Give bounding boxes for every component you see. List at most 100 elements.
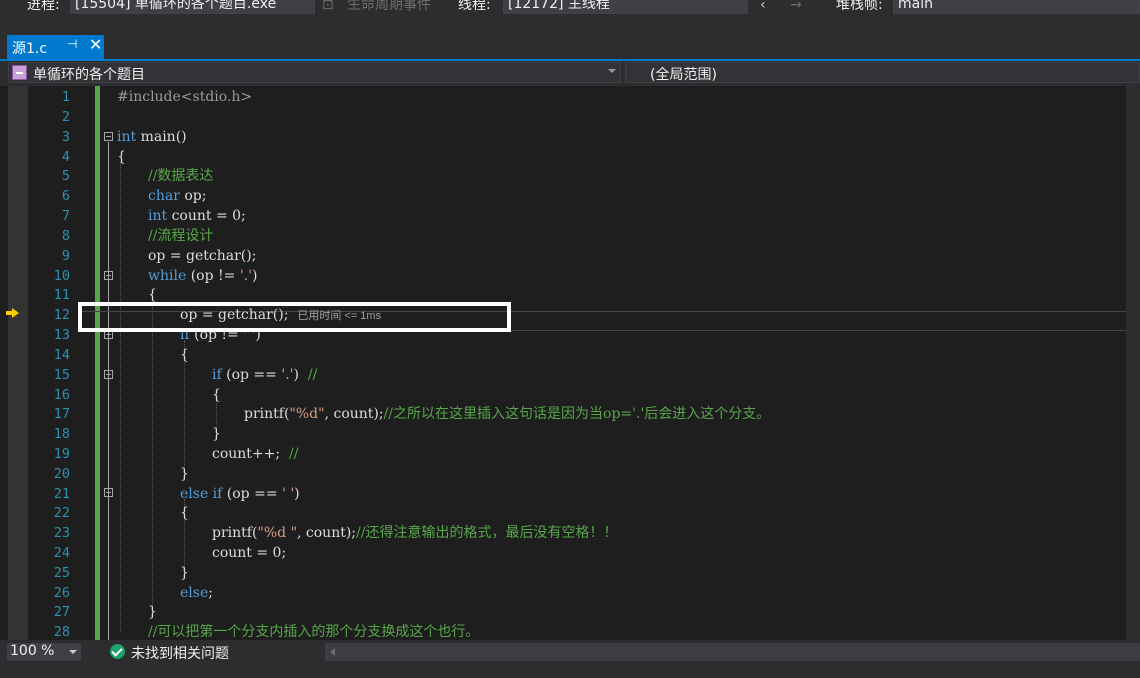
chevron-down-icon [69, 650, 77, 654]
code-text: ) [251, 268, 258, 284]
code-line-26[interactable]: else; [180, 583, 213, 603]
scroll-left-icon[interactable] [330, 648, 335, 656]
code-text: (op == [222, 486, 283, 502]
code-line-1[interactable]: #include<stdio.h> [117, 87, 252, 107]
code-line-6[interactable]: char op; [148, 186, 206, 206]
code-line-24[interactable]: count = 0; [212, 543, 286, 563]
indent-guide [152, 302, 154, 612]
outline-line [108, 142, 109, 640]
comment: // [307, 367, 318, 383]
line-number: 4 [61, 149, 70, 165]
comment: // [289, 446, 299, 462]
change-tracking-bar [95, 86, 100, 640]
line-number: 3 [61, 129, 70, 145]
zoom-dropdown[interactable]: 100 % [7, 643, 81, 661]
collapse-inner-if-icon[interactable] [104, 370, 113, 379]
line-number: 12 [53, 307, 70, 323]
code-line-3[interactable]: int main() [117, 127, 187, 147]
code-line-5[interactable]: //数据表达 [148, 166, 213, 186]
keyword: while [148, 268, 187, 284]
indent-guide [120, 162, 122, 632]
code-text: ) [293, 367, 308, 383]
line-number: 25 [53, 565, 70, 581]
pin-icon[interactable]: ⊣ [67, 37, 77, 51]
code-line-9[interactable]: op = getchar(); [148, 246, 256, 266]
thread-dropdown[interactable]: [12172] 主线程 [503, 0, 748, 14]
line-number: 13 [53, 327, 70, 343]
lifecycle-icon: ⊡ [322, 0, 334, 13]
line-number: 19 [53, 446, 70, 462]
keyword: int [148, 208, 168, 224]
check-circle-icon [110, 644, 125, 659]
horizontal-scrollbar[interactable] [325, 643, 1140, 661]
filter-icon[interactable]: → [790, 0, 802, 14]
tab-label: 源1.c [12, 41, 48, 57]
flag-icon[interactable]: ‹ [760, 0, 766, 14]
code-line-4[interactable]: { [117, 147, 126, 167]
code-line-18[interactable]: } [212, 424, 221, 444]
line-number: 16 [53, 387, 70, 403]
string-literal: "%d" [289, 406, 325, 422]
line-number: 7 [61, 208, 70, 224]
line-number: 17 [53, 406, 70, 422]
string-literal: "%d " [257, 525, 298, 541]
annotation-highlight-box [78, 302, 511, 332]
code-line-28[interactable]: //可以把第一个分支内插入的那个分支换成这个也行。 [148, 622, 479, 640]
close-icon[interactable]: ✕ [89, 35, 102, 54]
code-line-27[interactable]: } [148, 602, 157, 622]
line-number: 15 [53, 367, 70, 383]
code-text: printf( [212, 525, 258, 541]
code-line-19[interactable]: count++; // [212, 444, 298, 464]
code-line-14[interactable]: { [180, 345, 189, 365]
line-number: 21 [53, 486, 70, 502]
code-line-21[interactable]: else if (op == ' ') [180, 484, 300, 504]
code-text: (op == [221, 367, 282, 383]
keyword: else [180, 486, 209, 502]
line-number: 10 [53, 268, 70, 284]
tab-source1-c[interactable]: 源1.c ⊣ ✕ [7, 35, 104, 59]
code-line-10[interactable]: while (op != '.') [148, 266, 257, 286]
code-text: count = 0; [167, 208, 246, 224]
keyword: if [208, 486, 223, 502]
code-editor[interactable]: 1 2 3 4 5 6 7 8 9 10 11 12 13 14 15 16 1… [0, 86, 1140, 640]
code-line-7[interactable]: int count = 0; [148, 206, 246, 226]
line-number: 1 [61, 89, 70, 105]
comment: //还得注意输出的格式，最后没有空格！！ [356, 525, 618, 541]
scope-name: (全局范围) [650, 67, 717, 83]
code-text: (op != [186, 268, 240, 284]
execution-pointer-icon[interactable] [6, 308, 19, 318]
comment: //之所以在这里插入这句话是因为当op='.'后会进入这个分支。 [383, 406, 771, 422]
project-icon [12, 65, 27, 80]
issues-text: 未找到相关问题 [131, 646, 229, 662]
process-dropdown[interactable]: [15504] 单循环的各个题目.exe [70, 0, 315, 14]
code-line-15[interactable]: if (op == '.') // [212, 365, 317, 385]
collapse-while-icon[interactable] [104, 271, 113, 280]
code-line-8[interactable]: //流程设计 [148, 226, 213, 246]
line-number: 26 [53, 585, 70, 601]
string-literal: '.' [239, 268, 252, 284]
code-line-16[interactable]: { [212, 385, 221, 405]
code-line-23[interactable]: printf("%d ", count);//还得注意输出的格式，最后没有空格！… [212, 523, 617, 543]
glyph-margin[interactable] [8, 86, 28, 640]
code-text: count++; [212, 446, 290, 462]
thread-label: 线程: [458, 0, 491, 13]
line-number: 23 [53, 525, 70, 541]
stackframe-dropdown[interactable]: main [893, 0, 1140, 14]
code-line-25[interactable]: } [180, 563, 189, 583]
code-line-20[interactable]: } [180, 464, 189, 484]
project-dropdown[interactable]: 单循环的各个题目 [8, 62, 621, 83]
code-text: ) [294, 486, 300, 502]
keyword: else [180, 585, 209, 601]
code-line-17[interactable]: printf("%d", count);//之所以在这里插入这句话是因为当op=… [244, 404, 770, 424]
code-line-22[interactable]: { [180, 503, 189, 523]
process-label: 进程: [27, 0, 60, 13]
lifecycle-events-button[interactable]: 生命周期事件 [347, 0, 431, 14]
collapse-main-icon[interactable] [104, 132, 113, 141]
code-text: printf( [244, 406, 290, 422]
vertical-scrollbar[interactable] [1126, 86, 1140, 640]
stackframe-label: 堆栈帧: [836, 0, 883, 13]
line-number: 2 [61, 109, 70, 125]
scope-dropdown[interactable]: (全局范围) [625, 62, 1140, 83]
code-text: , count); [297, 525, 357, 541]
collapse-else-if-icon[interactable] [104, 488, 113, 497]
